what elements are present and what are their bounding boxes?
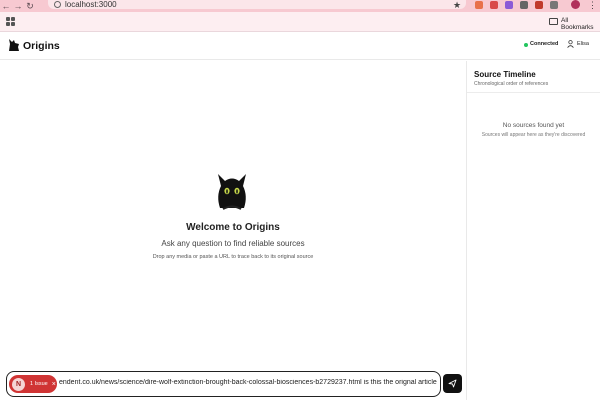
user-icon[interactable] bbox=[567, 40, 574, 48]
empty-state-title: No sources found yet bbox=[502, 122, 565, 129]
all-bookmarks-link[interactable]: All Bookmarks bbox=[561, 17, 600, 31]
extension-icon[interactable] bbox=[535, 1, 543, 9]
sidebar-title: Source Timeline bbox=[474, 70, 536, 79]
welcome-subtitle: Ask any question to find reliable source… bbox=[161, 239, 305, 248]
user-name[interactable]: Elisa bbox=[577, 41, 589, 47]
app-title[interactable]: Origins bbox=[23, 40, 60, 52]
welcome-title: Welcome to Origins bbox=[186, 222, 280, 233]
connection-status: Connected bbox=[530, 41, 559, 47]
query-input[interactable]: endent.co.uk/news/science/dire-wolf-exti… bbox=[6, 371, 441, 397]
issue-count[interactable]: 1 Issue bbox=[30, 381, 48, 387]
extension-icon[interactable] bbox=[475, 1, 483, 9]
empty-state-subtitle: Sources will appear here as they're disc… bbox=[481, 132, 586, 138]
welcome-hint: Drop any media or paste a URL to trace b… bbox=[152, 254, 314, 260]
back-icon[interactable]: ← bbox=[0, 0, 12, 12]
bookmarks-bar: All Bookmarks bbox=[0, 12, 600, 32]
sidebar-subtitle: Chronological order of references bbox=[474, 81, 549, 87]
browser-menu-icon[interactable]: ⋮ bbox=[588, 0, 597, 10]
extension-icon[interactable] bbox=[490, 1, 498, 9]
connection-status-dot bbox=[524, 43, 528, 47]
sidebar-divider bbox=[467, 92, 600, 93]
url-text[interactable]: localhost:3000 bbox=[65, 0, 117, 9]
send-icon bbox=[448, 379, 457, 388]
source-timeline-panel bbox=[466, 61, 600, 400]
reload-icon[interactable]: ↻ bbox=[24, 0, 36, 12]
dragon-logo-icon bbox=[9, 39, 19, 51]
query-input-value[interactable]: endent.co.uk/news/science/dire-wolf-exti… bbox=[59, 379, 439, 386]
address-bar[interactable]: localhost:3000 bbox=[48, 0, 466, 9]
extension-icon[interactable] bbox=[505, 1, 513, 9]
folder-icon[interactable] bbox=[549, 18, 558, 25]
extensions-puzzle-icon[interactable] bbox=[550, 1, 558, 9]
site-info-icon[interactable] bbox=[54, 1, 61, 8]
issue-badge[interactable]: N 1 Issue × bbox=[9, 375, 57, 393]
profile-avatar[interactable] bbox=[571, 0, 580, 9]
close-icon[interactable]: × bbox=[52, 381, 56, 388]
apps-grid-icon[interactable] bbox=[6, 17, 15, 26]
next-logo-icon: N bbox=[12, 377, 25, 391]
bookmark-star-icon[interactable]: ★ bbox=[453, 0, 461, 10]
forward-icon[interactable]: → bbox=[12, 0, 24, 12]
toothless-mascot-icon bbox=[218, 174, 246, 210]
send-button[interactable] bbox=[443, 374, 462, 393]
app-header bbox=[0, 32, 600, 60]
extension-icon[interactable] bbox=[520, 1, 528, 9]
